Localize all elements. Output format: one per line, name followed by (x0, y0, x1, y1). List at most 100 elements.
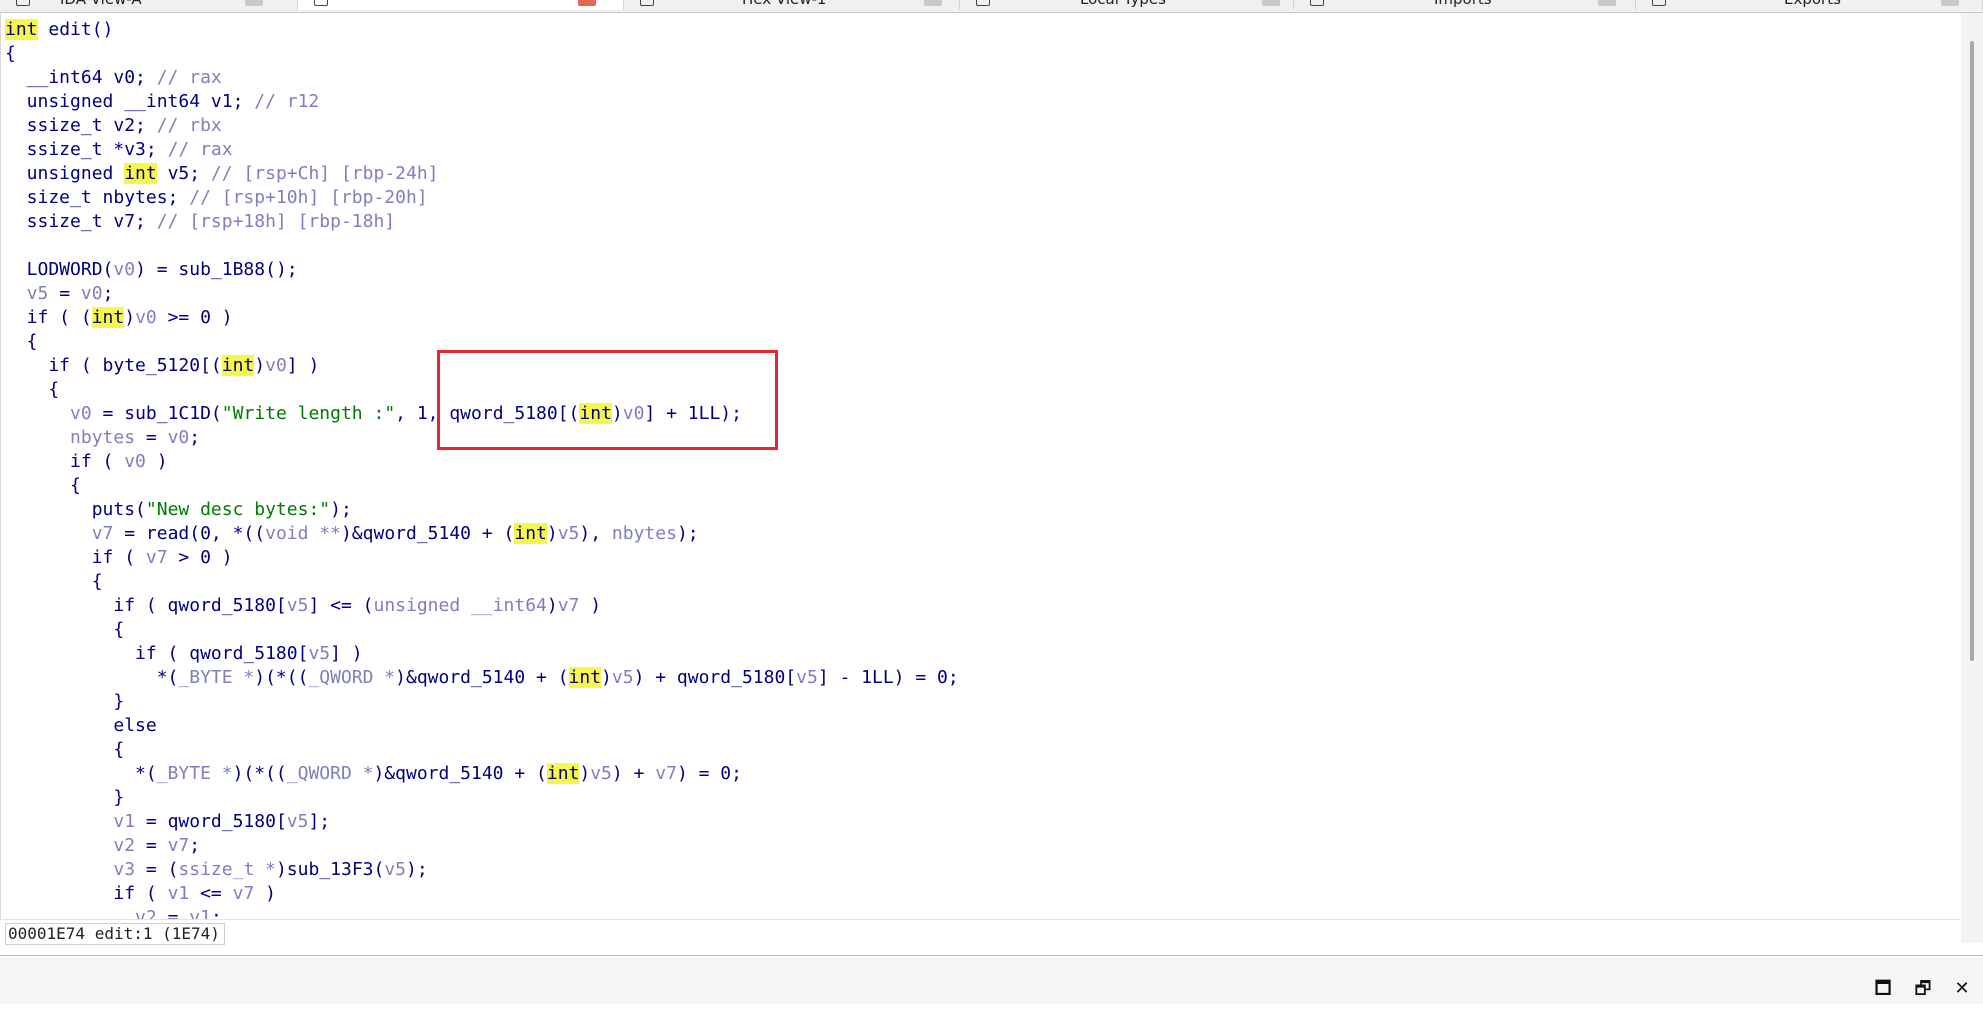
tab-close-icon[interactable] (1598, 0, 1616, 6)
vertical-scrollbar[interactable] (1961, 13, 1983, 943)
restore-icon[interactable]: 🗗 (1911, 977, 1935, 1001)
code-line[interactable]: { (5, 738, 124, 762)
code-token: ); (406, 859, 428, 880)
code-line[interactable]: nbytes = v0; (5, 426, 200, 450)
tab-label: Exports (1784, 0, 1841, 8)
tab-label: IDA View-A (60, 0, 142, 8)
tab-close-icon[interactable] (1941, 0, 1959, 6)
code-token: } (5, 691, 125, 712)
code-line[interactable]: unsigned int v5; // [rsp+Ch] [rbp-24h] (5, 162, 439, 186)
tab-bar: IDA View-A Hex View-1 Local Types Imports Ex… (0, 0, 1983, 13)
code-line[interactable]: if ( v0 ) (5, 450, 168, 474)
code-line[interactable]: if ( qword_5180[v5] ) (5, 642, 363, 666)
panel-separator[interactable] (0, 955, 1983, 956)
code-variable: v5 (26, 283, 49, 304)
code-token: __int64 v0; (5, 67, 157, 88)
code-line[interactable]: { (5, 474, 81, 498)
code-token: ) (579, 595, 602, 616)
code-token: ), (579, 523, 612, 544)
code-line[interactable]: if ( v1 <= v7 ) (5, 882, 276, 906)
tab-0[interactable]: IDA View-A (0, 0, 298, 10)
tab-close-icon[interactable] (1262, 0, 1280, 6)
tab-close-icon[interactable] (924, 0, 942, 6)
code-line[interactable]: *(_BYTE *)(*((_QWORD *)&qword_5140 + (in… (5, 666, 959, 690)
tab-view-icon (314, 0, 328, 6)
code-token: ) (124, 307, 136, 328)
code-token: )&qword_5140 + ( (373, 763, 547, 784)
code-comment: // r12 (254, 91, 320, 112)
code-variable: v1 (113, 811, 136, 832)
code-line[interactable]: v2 = v7; (5, 834, 200, 858)
close-icon[interactable]: ✕ (1950, 977, 1974, 1001)
code-variable: v2 (135, 907, 157, 919)
code-line[interactable]: int edit() (5, 18, 113, 42)
tab-3[interactable]: Local Types (960, 0, 1294, 10)
code-line[interactable]: unsigned __int64 v1; // r12 (5, 90, 320, 114)
code-line[interactable]: ssize_t *v3; // rax (5, 138, 233, 162)
code-line[interactable]: { (5, 618, 124, 642)
code-token: )(*(( (232, 763, 287, 784)
code-line[interactable]: if ( v7 > 0 ) (5, 546, 233, 570)
code-token: if ( (5, 547, 146, 568)
code-token: ; (189, 835, 201, 856)
code-token: )&qword_5140 + ( (340, 523, 515, 544)
code-line[interactable]: v5 = v0; (5, 282, 114, 306)
code-line[interactable]: v1 = qword_5180[v5]; (5, 810, 330, 834)
tab-close-icon[interactable] (245, 0, 263, 6)
code-line[interactable]: ssize_t v2; // rbx (5, 114, 222, 138)
tab-2[interactable]: Hex View-1 (624, 0, 960, 10)
tab-5[interactable]: Exports (1636, 0, 1983, 10)
code-line[interactable]: LODWORD(v0) = sub_1B88(); (5, 258, 298, 282)
code-token: puts( (5, 499, 146, 520)
code-token: = sub_1C1D( (91, 403, 222, 424)
code-token: v5; (156, 163, 211, 184)
maximize-icon[interactable]: 🗖 (1871, 977, 1895, 1001)
code-token: ) + (611, 763, 656, 784)
scrollbar-thumb[interactable] (1970, 41, 1974, 661)
code-line[interactable]: v2 = v1; (5, 906, 222, 919)
code-line[interactable]: { (5, 378, 59, 402)
code-variable: _QWORD * (308, 667, 396, 688)
code-line[interactable]: } (5, 786, 124, 810)
code-line[interactable]: { (5, 570, 103, 594)
code-variable: v2 (113, 835, 136, 856)
code-line[interactable]: if ( byte_5120[(int)v0] ) (5, 354, 319, 378)
code-token: size_t nbytes; (5, 187, 190, 208)
code-token: else (5, 715, 157, 736)
code-line[interactable]: puts("New desc bytes:"); (5, 498, 352, 522)
code-line[interactable]: size_t nbytes; // [rsp+10h] [rbp-20h] (5, 186, 428, 210)
tab-label: Hex View-1 (742, 0, 826, 8)
code-variable: v0 (167, 427, 190, 448)
code-line[interactable]: v3 = (ssize_t *)sub_13F3(v5); (5, 858, 428, 882)
code-line[interactable]: *(_BYTE *)(*((_QWORD *)&qword_5140 + (in… (5, 762, 742, 786)
code-line[interactable]: { (5, 330, 38, 354)
code-line[interactable]: v7 = read(0, *((void **)&qword_5140 + (i… (5, 522, 699, 546)
pseudocode-view[interactable]: int edit(){ __int64 v0; // rax unsigned … (0, 13, 1961, 919)
code-line[interactable]: { (5, 42, 16, 66)
code-token: = (135, 835, 168, 856)
tab-close-icon[interactable] (578, 0, 596, 6)
code-line[interactable]: } (5, 690, 124, 714)
tab-4[interactable]: Imports (1294, 0, 1636, 10)
code-variable: v0 (265, 355, 287, 376)
keyword-highlight: int (91, 307, 125, 328)
code-line[interactable]: ssize_t v7; // [rsp+18h] [rbp-18h] (5, 210, 395, 234)
code-token: unsigned __int64 v1; (5, 91, 255, 112)
code-line[interactable]: if ( (int)v0 >= 0 ) (5, 306, 233, 330)
code-line[interactable]: if ( qword_5180[v5] <= (unsigned __int64… (5, 594, 601, 618)
code-variable: v3 (113, 859, 136, 880)
tab-view-icon (16, 0, 30, 6)
code-variable: v7 (145, 547, 168, 568)
keyword-highlight: int (568, 667, 602, 688)
tab-1[interactable] (298, 0, 624, 10)
code-line[interactable]: __int64 v0; // rax (5, 66, 222, 90)
status-line: 00001E74 edit:1 (1E74) (0, 919, 1960, 946)
code-line[interactable]: else (5, 714, 157, 738)
output-panel-content[interactable] (0, 1004, 1983, 1035)
code-variable: nbytes (70, 427, 136, 448)
code-token: { (5, 43, 16, 64)
code-token: ) = 0; (676, 763, 742, 784)
code-variable: v7 (232, 883, 255, 904)
